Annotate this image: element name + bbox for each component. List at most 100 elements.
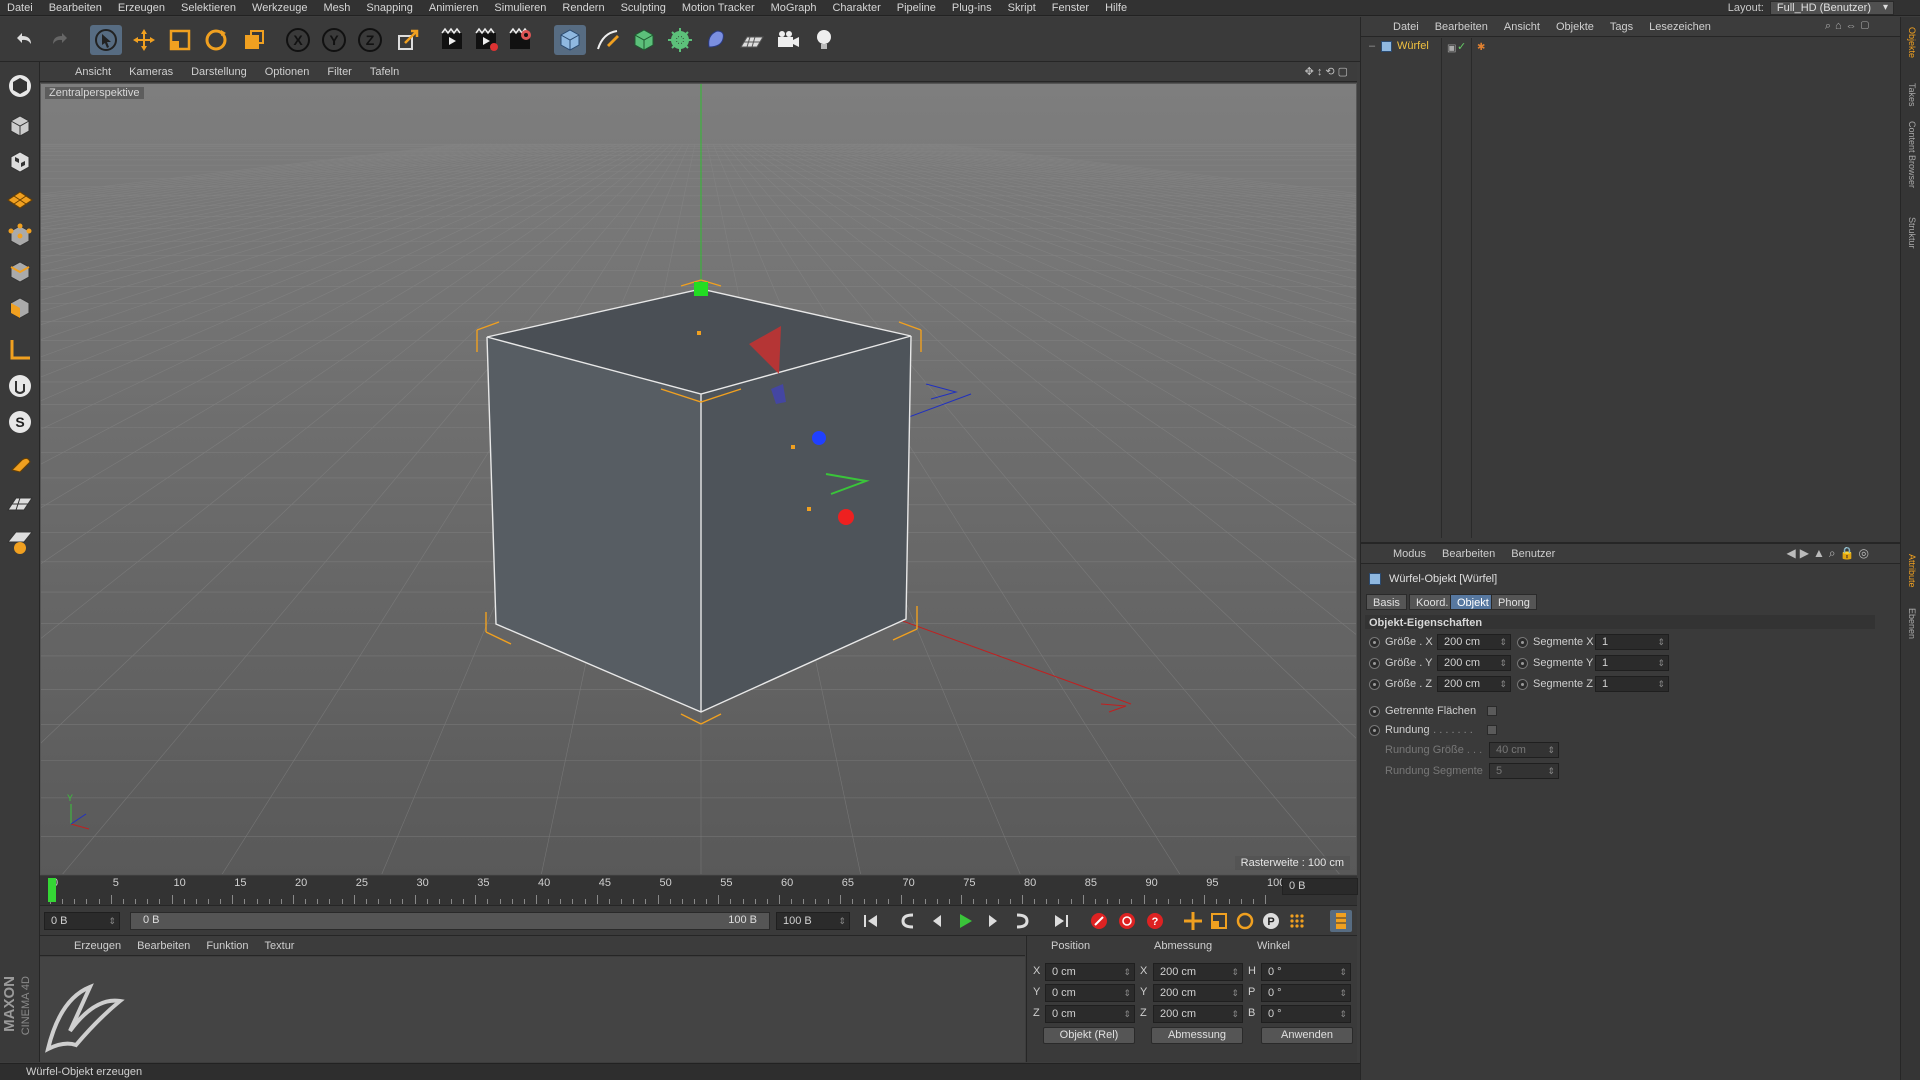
timeline-ruler[interactable]: 0510152025303540455055606570758085909510… <box>40 876 1357 906</box>
menu-plugins[interactable]: Plug-ins <box>945 2 1001 14</box>
coord-mode-select[interactable]: Objekt (Rel) <box>1043 1027 1135 1044</box>
side-tab-objekte[interactable]: Objekte <box>1907 27 1917 58</box>
attr-menu-bearbeiten[interactable]: Bearbeiten <box>1434 548 1503 560</box>
obj-menu-ansicht[interactable]: Ansicht <box>1496 21 1548 33</box>
viewport-3d[interactable]: Y Zentralperspektive Rasterweite : 100 c… <box>40 83 1357 875</box>
key-position-icon[interactable] <box>1182 910 1204 932</box>
select-tool-icon[interactable] <box>90 25 122 55</box>
menu-pipeline[interactable]: Pipeline <box>890 2 945 14</box>
tweak-mode-icon[interactable] <box>4 370 36 402</box>
subdivision-surface-icon[interactable] <box>628 25 660 55</box>
size-x-field[interactable]: 200 cm <box>1437 634 1511 650</box>
tab-objekt[interactable]: Objekt <box>1450 594 1496 610</box>
key-rotation-icon[interactable] <box>1234 910 1256 932</box>
fillet-size-field[interactable]: 40 cm <box>1489 742 1559 758</box>
next-frame-icon[interactable] <box>982 910 1004 932</box>
viewport-nav-icons[interactable]: ✥↕⟲▢ <box>1305 65 1351 78</box>
menu-rendern[interactable]: Rendern <box>555 2 613 14</box>
keyframe-selection-icon[interactable]: ? <box>1144 910 1166 932</box>
texture-mode-icon[interactable] <box>4 146 36 178</box>
axis-mode-icon[interactable] <box>4 334 36 366</box>
attr-menu-benutzer[interactable]: Benutzer <box>1503 548 1563 560</box>
segments-x-field[interactable]: 1 <box>1595 634 1669 650</box>
key-pla-icon[interactable] <box>1286 910 1308 932</box>
menu-simulieren[interactable]: Simulieren <box>487 2 555 14</box>
material-menu-textur[interactable]: Textur <box>257 940 303 952</box>
move-tool-icon[interactable] <box>128 25 160 55</box>
coord-size-x[interactable]: 200 cm <box>1153 963 1243 981</box>
tab-phong[interactable]: Phong <box>1491 594 1537 610</box>
menu-sculpting[interactable]: Sculpting <box>614 2 675 14</box>
phong-tag-icon[interactable]: ✱ <box>1477 39 1485 56</box>
coord-size-y[interactable]: 200 cm <box>1153 984 1243 1002</box>
points-mode-icon[interactable] <box>4 220 36 252</box>
material-menu-erzeugen[interactable]: Erzeugen <box>66 940 129 952</box>
enable-grid-icon[interactable] <box>4 490 36 522</box>
obj-menu-tags[interactable]: Tags <box>1602 21 1641 33</box>
obj-menu-objekte[interactable]: Objekte <box>1548 21 1602 33</box>
side-tab-struktur[interactable]: Struktur <box>1907 217 1917 249</box>
menu-skript[interactable]: Skript <box>1001 2 1045 14</box>
key-parameter-icon[interactable]: P <box>1260 910 1282 932</box>
menu-fenster[interactable]: Fenster <box>1045 2 1098 14</box>
coord-rot-b[interactable]: 0 ° <box>1261 1005 1351 1023</box>
side-tab-takes[interactable]: Takes <box>1907 83 1917 107</box>
last-tool-icon[interactable] <box>238 25 270 55</box>
tab-basis[interactable]: Basis <box>1366 594 1407 610</box>
render-picture-viewer-icon[interactable] <box>470 25 502 55</box>
size-y-field[interactable]: 200 cm <box>1437 655 1511 671</box>
prev-frame-icon[interactable] <box>926 910 948 932</box>
menu-mesh[interactable]: Mesh <box>316 2 359 14</box>
coord-size-select[interactable]: Abmessung <box>1151 1027 1243 1044</box>
render-settings-icon[interactable] <box>504 25 536 55</box>
current-frame-field[interactable]: 0 B <box>1282 878 1358 895</box>
axis-z-icon[interactable]: Z <box>354 25 386 55</box>
menu-werkzeuge[interactable]: Werkzeuge <box>245 2 316 14</box>
menu-snapping[interactable]: Snapping <box>359 2 422 14</box>
menu-motion-tracker[interactable]: Motion Tracker <box>675 2 764 14</box>
key-scale-icon[interactable] <box>1208 910 1230 932</box>
coord-pos-y[interactable]: 0 cm <box>1045 984 1135 1002</box>
menu-datei[interactable]: Datei <box>0 2 42 14</box>
end-frame-field[interactable]: 100 B <box>776 912 850 930</box>
undo-icon[interactable] <box>8 25 40 55</box>
material-list-area[interactable] <box>40 957 1025 1062</box>
object-name[interactable]: Würfel <box>1397 38 1429 55</box>
coord-rot-p[interactable]: 0 ° <box>1261 984 1351 1002</box>
obj-menu-lesezeichen[interactable]: Lesezeichen <box>1641 21 1719 33</box>
size-z-field[interactable]: 200 cm <box>1437 676 1511 692</box>
obj-search-home-icons[interactable]: ⌕⌂⇔▢ <box>1825 20 1873 33</box>
deformer-icon[interactable] <box>700 25 732 55</box>
camera-icon[interactable] <box>772 25 804 55</box>
obj-menu-bearbeiten[interactable]: Bearbeiten <box>1427 21 1496 33</box>
timeline-window-icon[interactable] <box>1330 910 1352 932</box>
auto-key-icon[interactable] <box>1116 910 1138 932</box>
prev-key-icon[interactable] <box>898 910 920 932</box>
make-editable-icon[interactable] <box>4 70 36 102</box>
coord-pos-x[interactable]: 0 cm <box>1045 963 1135 981</box>
menu-erzeugen[interactable]: Erzeugen <box>111 2 174 14</box>
cloner-icon[interactable] <box>664 25 696 55</box>
goto-end-icon[interactable] <box>1050 910 1072 932</box>
spline-pen-icon[interactable] <box>592 25 624 55</box>
separate-faces-checkbox[interactable] <box>1487 706 1497 716</box>
coord-rot-h[interactable]: 0 ° <box>1261 963 1351 981</box>
edges-mode-icon[interactable] <box>4 256 36 288</box>
render-view-icon[interactable] <box>436 25 468 55</box>
side-tab-content-browser[interactable]: Content Browser <box>1907 121 1917 188</box>
polygons-mode-icon[interactable] <box>4 292 36 324</box>
coordinate-system-icon[interactable] <box>392 25 424 55</box>
attr-menu-modus[interactable]: Modus <box>1385 548 1434 560</box>
next-key-icon[interactable] <box>1010 910 1032 932</box>
viewport-menu-kameras[interactable]: Kameras <box>120 66 182 78</box>
rotate-tool-icon[interactable] <box>200 25 232 55</box>
enabled-check-icon[interactable]: ✓ <box>1457 39 1466 56</box>
goto-start-icon[interactable] <box>860 910 882 932</box>
light-icon[interactable] <box>808 25 840 55</box>
axis-x-icon[interactable]: X <box>282 25 314 55</box>
record-keys-icon[interactable] <box>1088 910 1110 932</box>
apply-button[interactable]: Anwenden <box>1261 1027 1353 1044</box>
visibility-toggle-icon[interactable]: ▣ <box>1447 40 1456 57</box>
object-row[interactable]: – Würfel ▣ ✓ ✱ <box>1361 38 1901 538</box>
viewport-menu-darstellung[interactable]: Darstellung <box>182 66 256 78</box>
